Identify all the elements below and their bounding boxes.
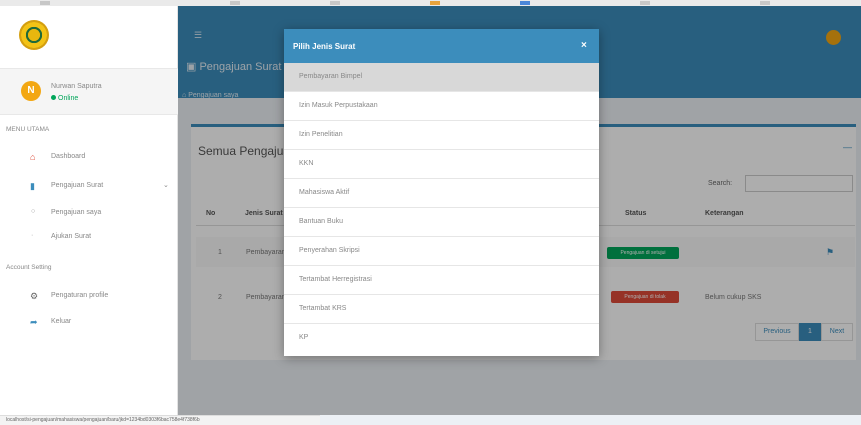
option-izin-penelitian[interactable]: Izin Penelitian: [284, 121, 599, 150]
option-kp[interactable]: KP: [284, 324, 599, 353]
user-status-label: Online: [58, 95, 79, 102]
sidebar-item-label: Keluar: [51, 318, 72, 325]
modal-header: Pilih Jenis Surat ×: [284, 29, 599, 63]
user-avatar: N: [21, 81, 41, 101]
toolbar-icon[interactable]: [520, 1, 530, 5]
sidebar-item-pengajuan-saya[interactable]: ○ Pengajuan saya: [0, 204, 178, 224]
option-mahasiswa-aktif[interactable]: Mahasiswa Aktif: [284, 179, 599, 208]
option-label: Mahasiswa Aktif: [299, 189, 350, 196]
modal-title: Pilih Jenis Surat: [293, 42, 356, 51]
home-icon: ⌂: [30, 152, 36, 162]
sidebar-item-label: Dashboard: [51, 153, 86, 160]
dot-icon: ·: [31, 232, 34, 239]
toolbar-icon[interactable]: [330, 1, 340, 5]
option-izin-masuk-perpustakaan[interactable]: Izin Masuk Perpustakaan: [284, 92, 599, 121]
option-penyerahan-skripsi[interactable]: Penyerahan Skripsi: [284, 237, 599, 266]
sidebar-item-ajukan-surat[interactable]: · Ajukan Surat: [0, 228, 178, 248]
sidebar-item-label: Pengajuan saya: [51, 209, 102, 216]
option-kkn[interactable]: KKN: [284, 150, 599, 179]
sidebar-item-dashboard[interactable]: ⌂ Dashboard: [0, 148, 178, 168]
sidebar-item-label: Pengajuan Surat: [51, 182, 104, 189]
document-icon: ▮: [30, 181, 35, 191]
toolbar-icon[interactable]: [230, 1, 240, 5]
option-label: Pembayaran Bimpel: [299, 73, 363, 80]
select-letter-type-modal: Pilih Jenis Surat × Pembayaran Bimpel Iz…: [284, 29, 599, 356]
sidebar-item-profile-settings[interactable]: ⚙ Pengaturan profile: [0, 287, 178, 307]
toolbar-icon[interactable]: [430, 1, 440, 5]
option-label: Bantuan Buku: [299, 218, 343, 225]
option-label: Penyerahan Skripsi: [299, 247, 360, 254]
status-bar-url: localhost/si-pengajuan/mahasiswa/pengaju…: [0, 415, 320, 425]
sidebar-item-logout[interactable]: ➦ Keluar: [0, 313, 178, 333]
option-tertambat-herregistrasi[interactable]: Tertambat Herregistrasi: [284, 266, 599, 295]
share-arrow-icon: ➦: [30, 317, 38, 327]
gear-icon: ⚙: [30, 291, 39, 301]
toolbar-icon[interactable]: [40, 1, 50, 5]
option-label: KP: [299, 334, 309, 341]
toolbar-icon[interactable]: [760, 1, 770, 5]
menu-header-account: Account Setting: [6, 264, 52, 271]
option-label: Izin Penelitian: [299, 131, 343, 138]
option-bantuan-buku[interactable]: Bantuan Buku: [284, 208, 599, 237]
option-tertambat-krs[interactable]: Tertambat KRS: [284, 295, 599, 324]
chevron-down-icon: ⌄: [163, 182, 169, 189]
option-label: Tertambat Herregistrasi: [299, 276, 372, 283]
online-dot-icon: [51, 95, 56, 100]
sidebar-item-pengajuan-surat[interactable]: ▮ Pengajuan Surat ⌄: [0, 177, 178, 197]
user-status: Online: [51, 95, 78, 102]
user-name: Nurwan Saputra: [51, 83, 102, 90]
university-logo[interactable]: [19, 20, 49, 50]
close-icon[interactable]: ×: [581, 40, 587, 51]
option-label: Tertambat KRS: [299, 305, 347, 312]
option-label: KKN: [299, 160, 314, 167]
user-panel: N Nurwan Saputra Online: [0, 68, 178, 115]
sidebar-item-label: Pengaturan profile: [51, 292, 109, 299]
menu-header-main: MENU UTAMA: [6, 126, 50, 133]
sidebar-item-label: Ajukan Surat: [51, 233, 92, 240]
toolbar-icon[interactable]: [640, 1, 650, 5]
option-label: Izin Masuk Perpustakaan: [299, 102, 378, 109]
option-pembayaran-bimpel[interactable]: Pembayaran Bimpel: [284, 63, 599, 92]
circle-icon: ○: [31, 208, 36, 215]
